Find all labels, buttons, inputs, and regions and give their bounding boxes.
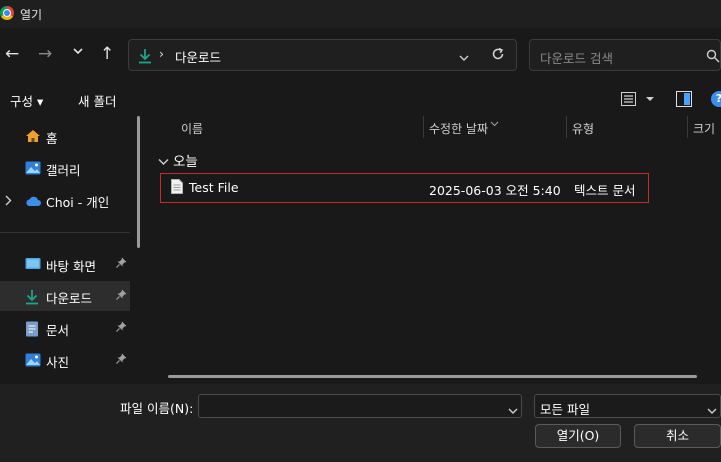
file-type: 텍스트 문서 [574, 183, 636, 198]
group-collapse-icon[interactable] [158, 154, 169, 169]
cancel-button[interactable]: 취소 [634, 424, 721, 448]
horizontal-scrollbar[interactable] [168, 375, 697, 378]
window-title: 열기 [20, 8, 43, 22]
column-header-name[interactable]: 이름 [181, 120, 203, 137]
sidebar-item-label: Choi - 개인 [46, 195, 110, 210]
help-icon[interactable]: ? [711, 91, 721, 107]
filter-dropdown-icon[interactable] [707, 403, 717, 418]
search-placeholder: 다운로드 검색 [540, 51, 613, 66]
group-header: 오늘 [173, 154, 198, 170]
column-header-type[interactable]: 유형 [572, 120, 594, 137]
column-header-size[interactable]: 크기 [693, 120, 715, 137]
column-divider[interactable] [423, 116, 424, 138]
sidebar-item-pictures[interactable]: 사진 [0, 345, 130, 375]
document-icon [25, 321, 41, 337]
download-icon [138, 48, 152, 67]
file-name[interactable]: Test File [189, 180, 239, 195]
column-header-modified[interactable]: 수정한 날짜 [429, 120, 488, 137]
sidebar-item-gallery[interactable]: 갤러리 [0, 153, 130, 183]
gallery-icon [25, 161, 41, 175]
pin-icon[interactable] [116, 353, 127, 367]
back-icon[interactable]: ← [5, 44, 19, 64]
pin-icon[interactable] [116, 321, 127, 335]
search-icon [706, 49, 720, 66]
filename-input[interactable] [198, 394, 522, 418]
sidebar-item-desktop[interactable]: 바탕 화면 [0, 249, 130, 279]
address-dropdown-icon[interactable] [459, 50, 469, 65]
filename-label: 파일 이름(N): [120, 401, 194, 416]
sidebar-item-label: 바탕 화면 [46, 259, 96, 274]
file-type-filter[interactable]: 모든 파일 [534, 394, 721, 418]
search-box[interactable]: 다운로드 검색 [529, 39, 721, 71]
desktop-icon [25, 257, 41, 271]
sidebar-item-documents[interactable]: 문서 [0, 313, 130, 343]
sidebar-item-label: 다운로드 [46, 291, 93, 306]
sidebar-scrollbar[interactable] [137, 116, 140, 248]
column-divider[interactable] [687, 116, 688, 138]
filter-value: 모든 파일 [540, 402, 590, 417]
title-bar [0, 0, 721, 28]
expand-chevron-icon[interactable] [5, 194, 12, 209]
sidebar-item-label: 사진 [46, 355, 70, 370]
download-icon [25, 289, 41, 305]
sort-chevron-icon [490, 115, 499, 130]
cloud-icon [25, 195, 41, 209]
breadcrumb-separator: › [159, 46, 164, 61]
file-modified: 2025-06-03 오전 5:40 [429, 183, 561, 198]
sidebar-item-label: 홈 [46, 131, 58, 146]
preview-pane-icon[interactable] [676, 91, 692, 110]
filename-dropdown-icon[interactable] [508, 403, 518, 418]
sidebar-divider [0, 232, 130, 233]
open-button[interactable]: 열기(O) [535, 424, 621, 448]
pictures-icon [25, 353, 41, 367]
pin-icon[interactable] [116, 257, 127, 271]
text-file-icon [171, 179, 183, 197]
sidebar-item-onedrive[interactable]: Choi - 개인 [0, 185, 130, 215]
view-options-icon[interactable] [621, 92, 655, 109]
sidebar-item-label: 문서 [46, 323, 70, 338]
up-icon[interactable]: ↑ [100, 44, 114, 64]
breadcrumb-current[interactable]: 다운로드 [175, 47, 221, 66]
refresh-icon[interactable] [491, 47, 505, 64]
organize-button[interactable]: 구성 ▾ [10, 91, 43, 110]
address-bar[interactable]: › 다운로드 [128, 39, 517, 71]
column-divider[interactable] [566, 116, 567, 138]
sidebar-item-label: 갤러리 [46, 163, 81, 178]
pin-icon[interactable] [116, 289, 127, 303]
table-row[interactable]: Test File 2025-06-03 오전 5:40 텍스트 문서 [160, 173, 649, 203]
chrome-icon [0, 6, 14, 20]
recent-locations-icon[interactable] [72, 43, 84, 63]
new-folder-button[interactable]: 새 폴더 [78, 91, 116, 110]
sidebar-item-home[interactable]: 홈 [0, 121, 130, 151]
home-icon [25, 129, 41, 143]
sidebar-item-downloads[interactable]: 다운로드 [0, 281, 130, 311]
forward-icon[interactable]: → [38, 44, 52, 64]
